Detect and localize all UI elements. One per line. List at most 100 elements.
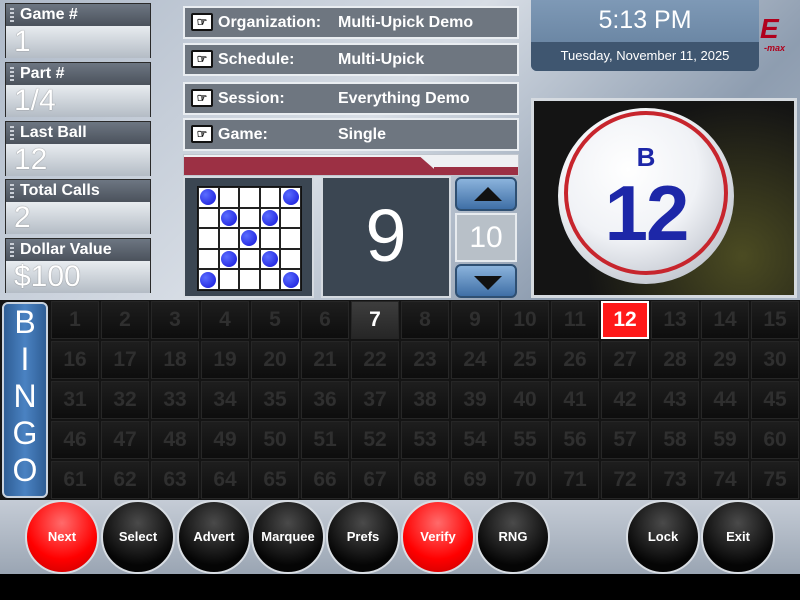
board-number-50[interactable]: 50 [251, 421, 299, 459]
verify-button[interactable]: Verify [401, 500, 475, 574]
board-number-20[interactable]: 20 [251, 341, 299, 379]
board-number-30[interactable]: 30 [751, 341, 799, 379]
board-number-67[interactable]: 67 [351, 461, 399, 499]
board-number-12[interactable]: 12 [601, 301, 649, 339]
schedule-row: ☞ Schedule: Multi-Upick [183, 43, 519, 76]
board-number-25[interactable]: 25 [501, 341, 549, 379]
arrow-up-icon [474, 187, 502, 201]
marquee-button[interactable]: Marquee [251, 500, 325, 574]
next-button[interactable]: Next [25, 500, 99, 574]
board-number-27[interactable]: 27 [601, 341, 649, 379]
board-number-15[interactable]: 15 [751, 301, 799, 339]
board-number-14[interactable]: 14 [701, 301, 749, 339]
board-number-46[interactable]: 46 [51, 421, 99, 459]
board-number-33[interactable]: 33 [151, 381, 199, 419]
board-number-16[interactable]: 16 [51, 341, 99, 379]
board-number-42[interactable]: 42 [601, 381, 649, 419]
board-number-45[interactable]: 45 [751, 381, 799, 419]
board-number-41[interactable]: 41 [551, 381, 599, 419]
board-number-55[interactable]: 55 [501, 421, 549, 459]
board-number-35[interactable]: 35 [251, 381, 299, 419]
clock-time: 5:13 PM [598, 6, 692, 34]
board-number-60[interactable]: 60 [751, 421, 799, 459]
lock-button[interactable]: Lock [626, 500, 700, 574]
board-number-36[interactable]: 36 [301, 381, 349, 419]
board-number-56[interactable]: 56 [551, 421, 599, 459]
board-number-62[interactable]: 62 [101, 461, 149, 499]
board-number-58[interactable]: 58 [651, 421, 699, 459]
board-number-59[interactable]: 59 [701, 421, 749, 459]
pattern-cell [259, 228, 281, 249]
advert-button[interactable]: Advert [177, 500, 251, 574]
board-number-75[interactable]: 75 [751, 461, 799, 499]
board-number-10[interactable]: 10 [501, 301, 549, 339]
board-number-2[interactable]: 2 [101, 301, 149, 339]
board-number-38[interactable]: 38 [401, 381, 449, 419]
board-number-21[interactable]: 21 [301, 341, 349, 379]
board-number-64[interactable]: 64 [201, 461, 249, 499]
pattern-cell [239, 248, 260, 270]
board-number-37[interactable]: 37 [351, 381, 399, 419]
board-number-29[interactable]: 29 [701, 341, 749, 379]
board-number-7[interactable]: 7 [351, 301, 399, 339]
dollar-value-label: Dollar Value [6, 239, 150, 261]
board-number-6[interactable]: 6 [301, 301, 349, 339]
board-number-52[interactable]: 52 [351, 421, 399, 459]
board-number-48[interactable]: 48 [151, 421, 199, 459]
board-number-8[interactable]: 8 [401, 301, 449, 339]
board-number-32[interactable]: 32 [101, 381, 149, 419]
board-number-18[interactable]: 18 [151, 341, 199, 379]
board-number-40[interactable]: 40 [501, 381, 549, 419]
board-number-5[interactable]: 5 [251, 301, 299, 339]
board-number-61[interactable]: 61 [51, 461, 99, 499]
speed-up-button[interactable] [455, 177, 517, 211]
board-number-28[interactable]: 28 [651, 341, 699, 379]
board-number-69[interactable]: 69 [451, 461, 499, 499]
board-number-66[interactable]: 66 [301, 461, 349, 499]
board-number-65[interactable]: 65 [251, 461, 299, 499]
board-number-72[interactable]: 72 [601, 461, 649, 499]
board-number-22[interactable]: 22 [351, 341, 399, 379]
logo-letter: E [760, 13, 779, 44]
exit-button[interactable]: Exit [701, 500, 775, 574]
board-number-71[interactable]: 71 [551, 461, 599, 499]
board-number-44[interactable]: 44 [701, 381, 749, 419]
board-number-73[interactable]: 73 [651, 461, 699, 499]
board-number-34[interactable]: 34 [201, 381, 249, 419]
board-number-68[interactable]: 68 [401, 461, 449, 499]
board-number-3[interactable]: 3 [151, 301, 199, 339]
board-number-74[interactable]: 74 [701, 461, 749, 499]
prefs-button[interactable]: Prefs [326, 500, 400, 574]
board-number-70[interactable]: 70 [501, 461, 549, 499]
board-number-17[interactable]: 17 [101, 341, 149, 379]
board-number-47[interactable]: 47 [101, 421, 149, 459]
board-number-1[interactable]: 1 [51, 301, 99, 339]
board-number-39[interactable]: 39 [451, 381, 499, 419]
board-number-43[interactable]: 43 [651, 381, 699, 419]
board-number-13[interactable]: 13 [651, 301, 699, 339]
board-number-57[interactable]: 57 [601, 421, 649, 459]
pattern-dot [262, 251, 279, 268]
pattern-display[interactable] [183, 176, 314, 298]
board-number-54[interactable]: 54 [451, 421, 499, 459]
select-button[interactable]: Select [101, 500, 175, 574]
board-number-11[interactable]: 11 [551, 301, 599, 339]
board-number-23[interactable]: 23 [401, 341, 449, 379]
pattern-cell [259, 207, 281, 229]
rng-button[interactable]: RNG [476, 500, 550, 574]
board-number-49[interactable]: 49 [201, 421, 249, 459]
board-number-24[interactable]: 24 [451, 341, 499, 379]
board-number-4[interactable]: 4 [201, 301, 249, 339]
board-number-53[interactable]: 53 [401, 421, 449, 459]
speed-down-button[interactable] [455, 264, 517, 298]
clock-panel: 5:13 PM Tuesday, November 11, 2025 [531, 0, 759, 71]
board-number-63[interactable]: 63 [151, 461, 199, 499]
board-number-19[interactable]: 19 [201, 341, 249, 379]
session-label: Session: [218, 90, 285, 107]
pattern-dot [220, 209, 237, 226]
pointing-hand-icon: ☞ [191, 50, 213, 68]
board-number-26[interactable]: 26 [551, 341, 599, 379]
board-number-9[interactable]: 9 [451, 301, 499, 339]
board-number-31[interactable]: 31 [51, 381, 99, 419]
board-number-51[interactable]: 51 [301, 421, 349, 459]
